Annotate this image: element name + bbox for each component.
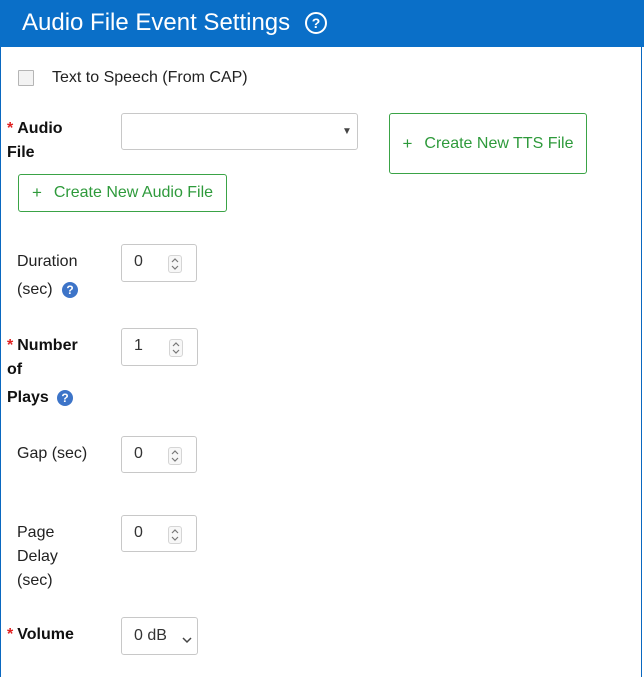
gap-label: Gap (sec) xyxy=(17,445,88,462)
page-delay-input[interactable]: 0 xyxy=(121,515,197,552)
tts-checkbox[interactable] xyxy=(18,70,34,86)
caret-down-icon: ▼ xyxy=(342,126,352,137)
spinner-icon[interactable] xyxy=(168,255,182,273)
spinner-icon[interactable] xyxy=(168,526,182,544)
number-of-plays-label-line3: Plays xyxy=(7,389,49,406)
number-of-plays-value: 1 xyxy=(134,337,143,354)
tts-label: Text to Speech (From CAP) xyxy=(52,69,248,86)
chevron-down-icon xyxy=(182,631,192,649)
audio-file-label-line2: File xyxy=(7,144,35,161)
page-title: Audio File Event Settings xyxy=(22,9,291,36)
create-tts-file-label: Create New TTS File xyxy=(424,134,574,152)
duration-label-line2: (sec) xyxy=(17,281,53,298)
number-of-plays-input[interactable]: 1 xyxy=(121,328,198,366)
panel-header: Audio File Event Settings ? xyxy=(0,0,644,47)
duration-label: Duration xyxy=(17,253,78,270)
number-of-plays-label: * Number xyxy=(7,337,78,354)
duration-input[interactable]: 0 xyxy=(121,244,197,282)
page-delay-label-line3: (sec) xyxy=(17,572,53,589)
volume-selected-value: 0 dB xyxy=(134,627,167,644)
help-icon[interactable]: ? xyxy=(305,12,327,34)
create-tts-file-button[interactable]: + Create New TTS File xyxy=(389,113,587,174)
settings-panel xyxy=(0,0,642,677)
volume-label: * Volume xyxy=(7,626,74,643)
required-mark: * xyxy=(7,626,14,643)
gap-value: 0 xyxy=(134,445,143,462)
plays-help-icon[interactable]: ? xyxy=(57,390,73,406)
spinner-icon[interactable] xyxy=(168,447,182,465)
audio-file-select[interactable]: ▼ xyxy=(121,113,358,150)
create-audio-file-button[interactable]: + Create New Audio File xyxy=(18,174,227,212)
plus-icon: + xyxy=(402,133,413,153)
audio-file-label: * Audio xyxy=(7,120,63,137)
duration-value: 0 xyxy=(134,253,143,270)
gap-input[interactable]: 0 xyxy=(121,436,197,473)
volume-select[interactable]: 0 dB xyxy=(121,617,198,655)
duration-help-icon[interactable]: ? xyxy=(62,282,78,298)
spinner-icon[interactable] xyxy=(169,339,183,357)
page-delay-label-line2: Delay xyxy=(17,548,58,565)
required-mark: * xyxy=(7,337,14,354)
page-delay-label: Page xyxy=(17,524,55,541)
required-mark: * xyxy=(7,120,14,137)
page-delay-value: 0 xyxy=(134,524,143,541)
create-audio-file-label: Create New Audio File xyxy=(53,184,214,201)
number-of-plays-label-line2: of xyxy=(7,361,23,378)
plus-icon: + xyxy=(31,183,42,202)
